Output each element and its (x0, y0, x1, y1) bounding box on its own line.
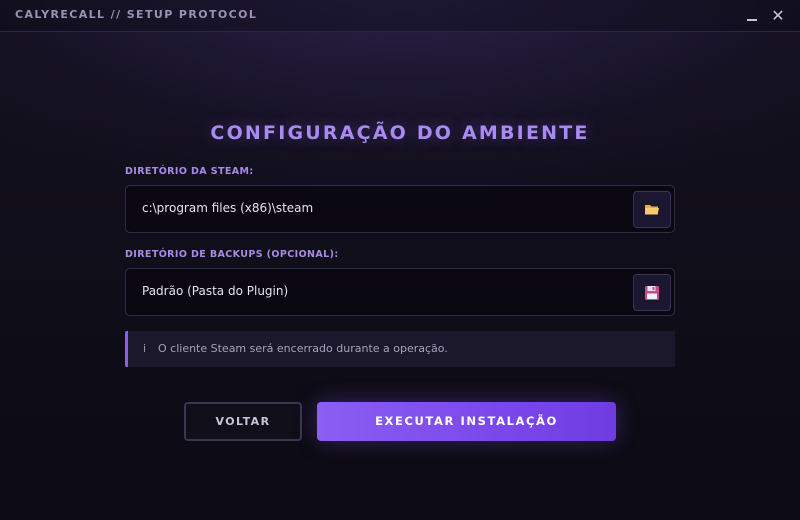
backup-dir-field[interactable]: Padrão (Pasta do Plugin) (125, 268, 675, 316)
browse-steam-button[interactable] (633, 191, 671, 228)
minimize-button[interactable] (741, 6, 763, 26)
setup-window: CALYRECALL // SETUP PROTOCOL ✕ CONFIGURA… (0, 0, 800, 520)
minimize-icon (747, 19, 757, 21)
steam-dir-field[interactable]: c:\program files (x86)\steam (125, 185, 675, 233)
window-title: CALYRECALL // SETUP PROTOCOL (15, 8, 258, 21)
execute-install-button[interactable]: EXECUTAR INSTALAÇÃO (317, 402, 616, 441)
close-icon: ✕ (771, 6, 785, 25)
close-button[interactable]: ✕ (767, 6, 789, 26)
steam-dir-label: DIRETÓRIO DA STEAM: (125, 166, 254, 177)
steam-dir-value[interactable]: c:\program files (x86)\steam (142, 201, 614, 215)
backup-dir-label: DIRETÓRIO DE BACKUPS (OPCIONAL): (125, 249, 339, 260)
folder-icon (645, 205, 659, 215)
floppy-disk-icon (645, 286, 659, 300)
info-notice: i O cliente Steam será encerrado durante… (125, 331, 675, 367)
backup-dir-value[interactable]: Padrão (Pasta do Plugin) (142, 284, 614, 298)
info-icon: i (143, 342, 147, 355)
notice-text: O cliente Steam será encerrado durante a… (158, 342, 448, 355)
browse-backup-button[interactable] (633, 274, 671, 311)
page-title: CONFIGURAÇÃO DO AMBIENTE (210, 122, 590, 144)
title-bar: CALYRECALL // SETUP PROTOCOL ✕ (0, 0, 800, 32)
back-button[interactable]: VOLTAR (184, 402, 302, 441)
